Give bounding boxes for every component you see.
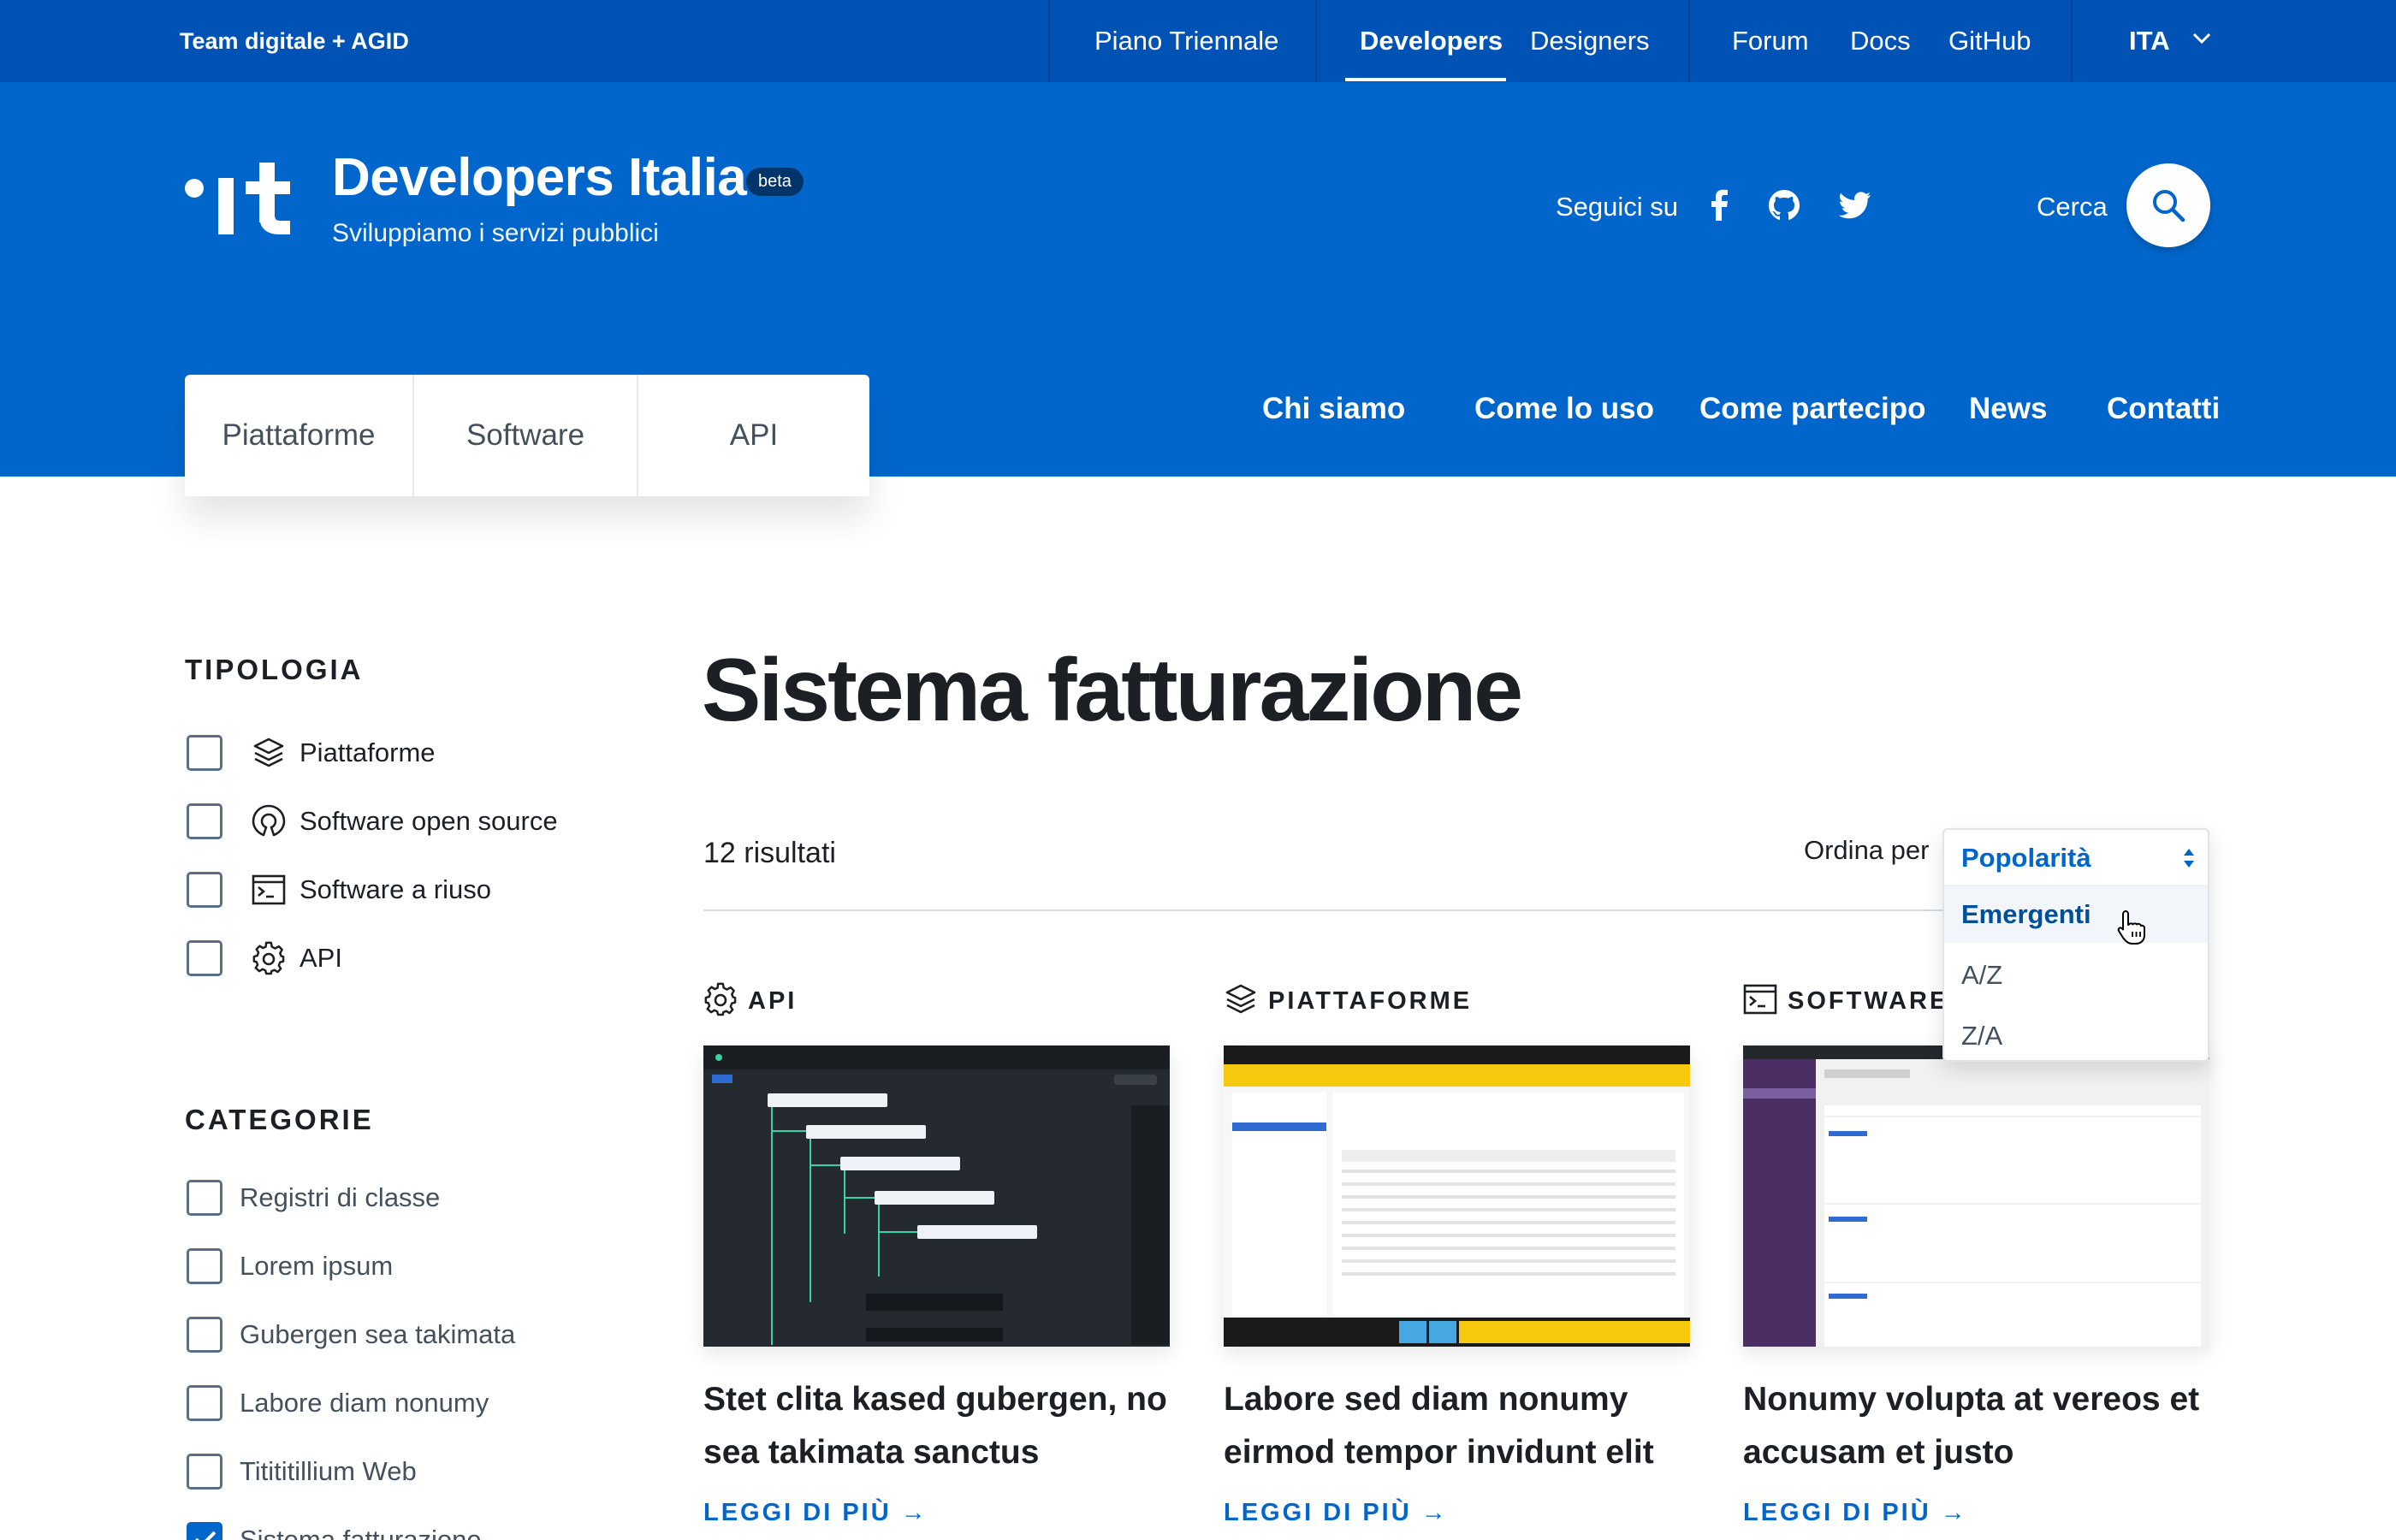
card-title[interactable]: Stet clita kased gubergen, no sea takima…: [703, 1373, 1183, 1479]
sort-dropdown[interactable]: Popolarità Emergenti A/Z Z/A: [1942, 828, 2209, 1062]
divider: [2071, 0, 2073, 82]
arrow-right-icon: →: [1420, 1499, 1449, 1526]
category-label[interactable]: Sistema fatturazione: [240, 1525, 482, 1540]
checkbox-registri-di-classe[interactable]: [187, 1180, 222, 1216]
type-tabs: Piattaforme Software API: [185, 375, 869, 496]
read-more-link[interactable]: LEGGI DI PIÙ →: [1743, 1499, 1968, 1527]
toplink-github[interactable]: GitHub: [1948, 0, 2031, 82]
filter-label-software-a-riuso[interactable]: Software a riuso: [300, 874, 491, 905]
sort-option-z-a[interactable]: Z/A: [1944, 1008, 2208, 1064]
arrow-right-icon: →: [1940, 1499, 1968, 1526]
gear-icon: [704, 982, 737, 1016]
nav-news[interactable]: News: [1969, 383, 2047, 435]
sort-label: Ordina per: [1804, 835, 1930, 865]
nav-chi-siamo[interactable]: Chi siamo: [1262, 383, 1405, 435]
toplink-developers[interactable]: Developers: [1360, 0, 1503, 82]
checkbox-lorem-ipsum[interactable]: [187, 1248, 222, 1284]
results-count: 12 risultati: [703, 837, 836, 869]
read-more-label: LEGGI DI PIÙ: [703, 1499, 892, 1526]
app-screenshot-image: [1224, 1045, 1690, 1347]
toplink-docs[interactable]: Docs: [1850, 0, 1911, 82]
app-screenshot-image: [1743, 1045, 2209, 1347]
category-label[interactable]: Titititillium Web: [240, 1456, 417, 1487]
filter-label-software-open-source[interactable]: Software open source: [300, 806, 558, 837]
tipologia-title: TIPOLOGIA: [185, 654, 364, 685]
sort-option-emergenti[interactable]: Emergenti: [1944, 886, 2208, 943]
terminal-icon: [1743, 984, 1777, 1015]
top-bar: Team digitale + AGID Piano Triennale Dev…: [0, 0, 2396, 82]
tab-software[interactable]: Software: [414, 375, 638, 496]
category-label[interactable]: Registri di classe: [240, 1182, 440, 1213]
site-header: Developers Italia beta Sviluppiamo i ser…: [0, 82, 2396, 496]
checkbox-piattaforme[interactable]: [187, 735, 222, 771]
checkbox-labore-diam-nonumy[interactable]: [187, 1385, 222, 1421]
tab-piattaforme[interactable]: Piattaforme: [185, 375, 414, 496]
app-screenshot-image: [703, 1045, 1170, 1347]
site-subtitle: Sviluppiamo i servizi pubblici: [332, 219, 659, 247]
checkbox-software-open-source[interactable]: [187, 803, 222, 839]
toplink-forum[interactable]: Forum: [1732, 0, 1809, 82]
categorie-title: CATEGORIE: [185, 1104, 374, 1135]
arrow-right-icon: →: [900, 1499, 928, 1526]
open-source-icon: [252, 804, 286, 837]
category-label[interactable]: Gubergen sea takimata: [240, 1319, 515, 1350]
filter-label-piattaforme[interactable]: Piattaforme: [300, 737, 436, 768]
sort-arrows-icon: [2184, 849, 2194, 868]
toplink-designers[interactable]: Designers: [1530, 0, 1650, 82]
beta-badge: beta: [746, 168, 804, 196]
divider: [1315, 0, 1317, 82]
search-label[interactable]: Cerca: [2037, 192, 2108, 222]
checkbox-titititillium-web[interactable]: [187, 1454, 222, 1490]
checkbox-software-a-riuso[interactable]: [187, 872, 222, 908]
terminal-icon: [252, 874, 286, 905]
card-category: PIATTAFORME: [1268, 987, 1473, 1015]
language-select[interactable]: ITA: [2129, 0, 2170, 82]
card-image[interactable]: [1224, 1045, 1690, 1347]
checkbox-api[interactable]: [187, 940, 222, 976]
github-icon[interactable]: [1767, 188, 1801, 222]
site-title[interactable]: Developers Italia: [332, 147, 747, 208]
read-more-label: LEGGI DI PIÙ: [1743, 1499, 1931, 1526]
layers-icon: [1225, 984, 1256, 1014]
follow-label: Seguici su: [1556, 192, 1679, 222]
chevron-down-icon[interactable]: [2192, 33, 2211, 44]
nav-contatti[interactable]: Contatti: [2107, 383, 2220, 435]
nav-come-lo-uso[interactable]: Come lo uso: [1474, 383, 1654, 435]
category-label[interactable]: Lorem ipsum: [240, 1251, 393, 1282]
search-icon: [2153, 190, 2185, 222]
checkmark-icon: [195, 1531, 216, 1540]
tab-api[interactable]: API: [638, 375, 869, 496]
card-title[interactable]: Labore sed diam nonumy eirmod tempor inv…: [1224, 1373, 1703, 1479]
brand-link[interactable]: Team digitale + AGID: [180, 0, 409, 82]
card-image[interactable]: [1743, 1045, 2209, 1347]
checkbox-sistema-fatturazione[interactable]: [187, 1522, 222, 1540]
sort-selected-value[interactable]: Popolarità: [1944, 830, 2208, 886]
checkbox-gubergen-sea-takimata[interactable]: [187, 1317, 222, 1353]
active-underline: [1345, 78, 1506, 81]
toplink-piano-triennale[interactable]: Piano Triennale: [1094, 0, 1278, 82]
category-label[interactable]: Labore diam nonumy: [240, 1388, 489, 1419]
divider: [1688, 0, 1690, 82]
logo-icon[interactable]: [184, 159, 295, 236]
card-category: API: [748, 987, 798, 1015]
gear-icon: [252, 941, 285, 975]
sort-option-a-z[interactable]: A/Z: [1944, 947, 2208, 1004]
page-title: Sistema fatturazione: [702, 641, 1523, 740]
facebook-icon[interactable]: [1703, 188, 1737, 222]
read-more-label: LEGGI DI PIÙ: [1224, 1499, 1412, 1526]
twitter-icon[interactable]: [1838, 188, 1872, 222]
divider: [1048, 0, 1050, 82]
hand-cursor-icon: [2117, 910, 2145, 945]
card-title[interactable]: Nonumy volupta at vereos et accusam et j…: [1743, 1373, 2222, 1479]
read-more-link[interactable]: LEGGI DI PIÙ →: [1224, 1499, 1449, 1527]
layers-icon: [253, 737, 284, 767]
nav-come-partecipo[interactable]: Come partecipo: [1699, 383, 1926, 435]
read-more-link[interactable]: LEGGI DI PIÙ →: [703, 1499, 928, 1527]
search-button[interactable]: [2126, 163, 2210, 247]
card-image[interactable]: [703, 1045, 1170, 1347]
filter-label-api[interactable]: API: [300, 943, 342, 974]
